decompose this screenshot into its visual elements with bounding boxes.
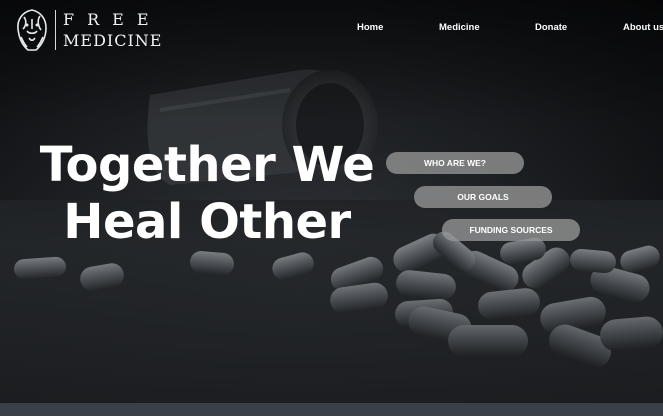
next-section-edge <box>0 403 663 416</box>
nav-item-about-us[interactable]: About us <box>623 22 663 33</box>
nav-item-medicine[interactable]: Medicine <box>439 22 480 33</box>
nav-item-donate[interactable]: Donate <box>535 22 567 33</box>
who-are-we-button[interactable]: WHO ARE WE? <box>386 152 524 174</box>
funding-sources-button[interactable]: FUNDING SOURCES <box>442 219 580 241</box>
main-navigation: Home Medicine Donate About us <box>0 22 663 36</box>
our-goals-button[interactable]: OUR GOALS <box>414 186 552 208</box>
hero-headline: Together We Heal Other <box>39 137 375 250</box>
nav-item-home[interactable]: Home <box>357 22 383 33</box>
